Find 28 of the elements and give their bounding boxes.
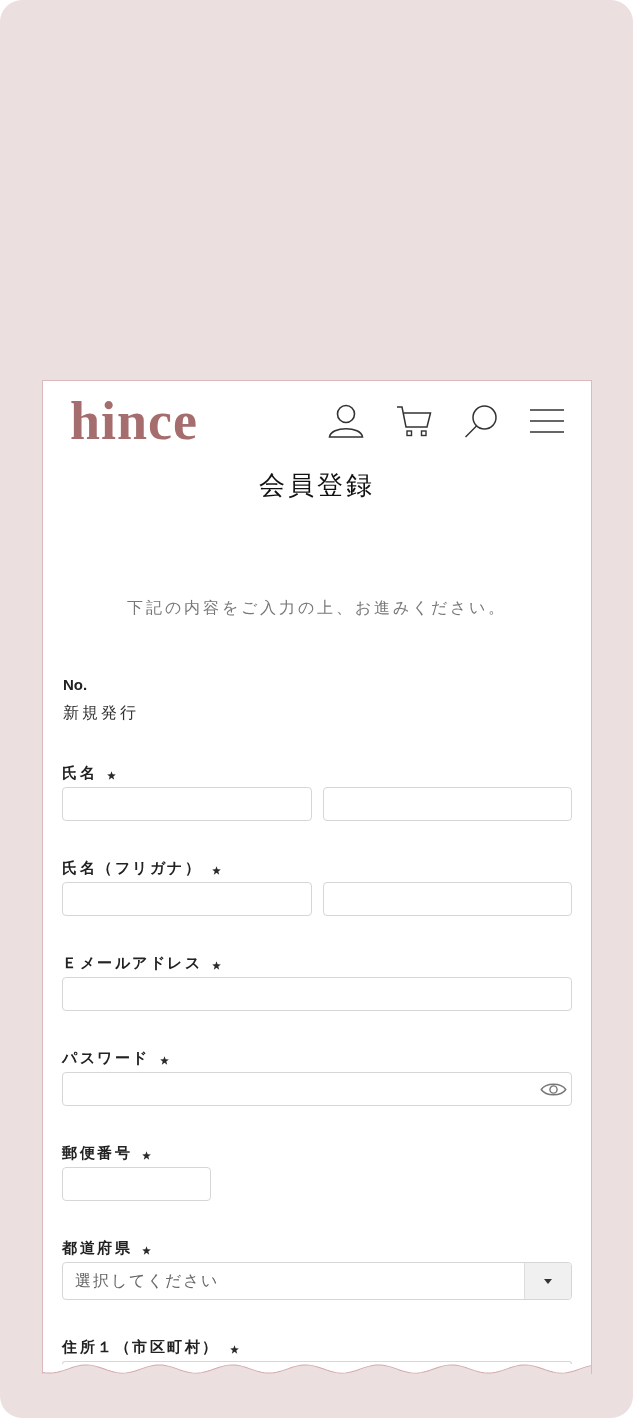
cart-icon[interactable] bbox=[396, 405, 432, 437]
input-field[interactable] bbox=[62, 882, 312, 916]
field-label: 都道府県 bbox=[62, 1238, 132, 1258]
input-field[interactable] bbox=[62, 977, 572, 1011]
field-label: 郵便番号 bbox=[62, 1143, 132, 1163]
input-field[interactable] bbox=[62, 1167, 211, 1201]
field-label: Ｅメールアドレス bbox=[62, 953, 202, 973]
member-number-label: No. bbox=[63, 675, 88, 695]
eye-icon[interactable] bbox=[540, 1080, 567, 1098]
field-label: 住所１（市区町村） bbox=[62, 1337, 220, 1357]
input-field[interactable] bbox=[322, 882, 572, 916]
select-field[interactable]: 選択してください bbox=[62, 1262, 572, 1300]
password-field[interactable] bbox=[62, 1072, 572, 1106]
intro-text: 下記の内容をご入力の上、お進みください。 bbox=[126, 598, 508, 618]
page-title: 会員登録 bbox=[258, 469, 376, 502]
field-label: パスワード bbox=[62, 1048, 150, 1068]
user-icon[interactable] bbox=[328, 404, 364, 438]
member-number-value: 新規発行 bbox=[63, 703, 139, 723]
input-field[interactable] bbox=[62, 787, 312, 821]
field-label: 氏名 bbox=[62, 763, 97, 783]
field-label: 氏名（フリガナ） bbox=[62, 858, 202, 878]
dropdown-button[interactable] bbox=[524, 1263, 571, 1299]
input-field[interactable] bbox=[322, 787, 572, 821]
input-field[interactable] bbox=[62, 1361, 572, 1364]
menu-icon[interactable] bbox=[530, 408, 564, 434]
caret-icon bbox=[544, 1278, 552, 1284]
search-icon[interactable] bbox=[464, 404, 498, 438]
logo[interactable]: hince bbox=[70, 397, 198, 445]
